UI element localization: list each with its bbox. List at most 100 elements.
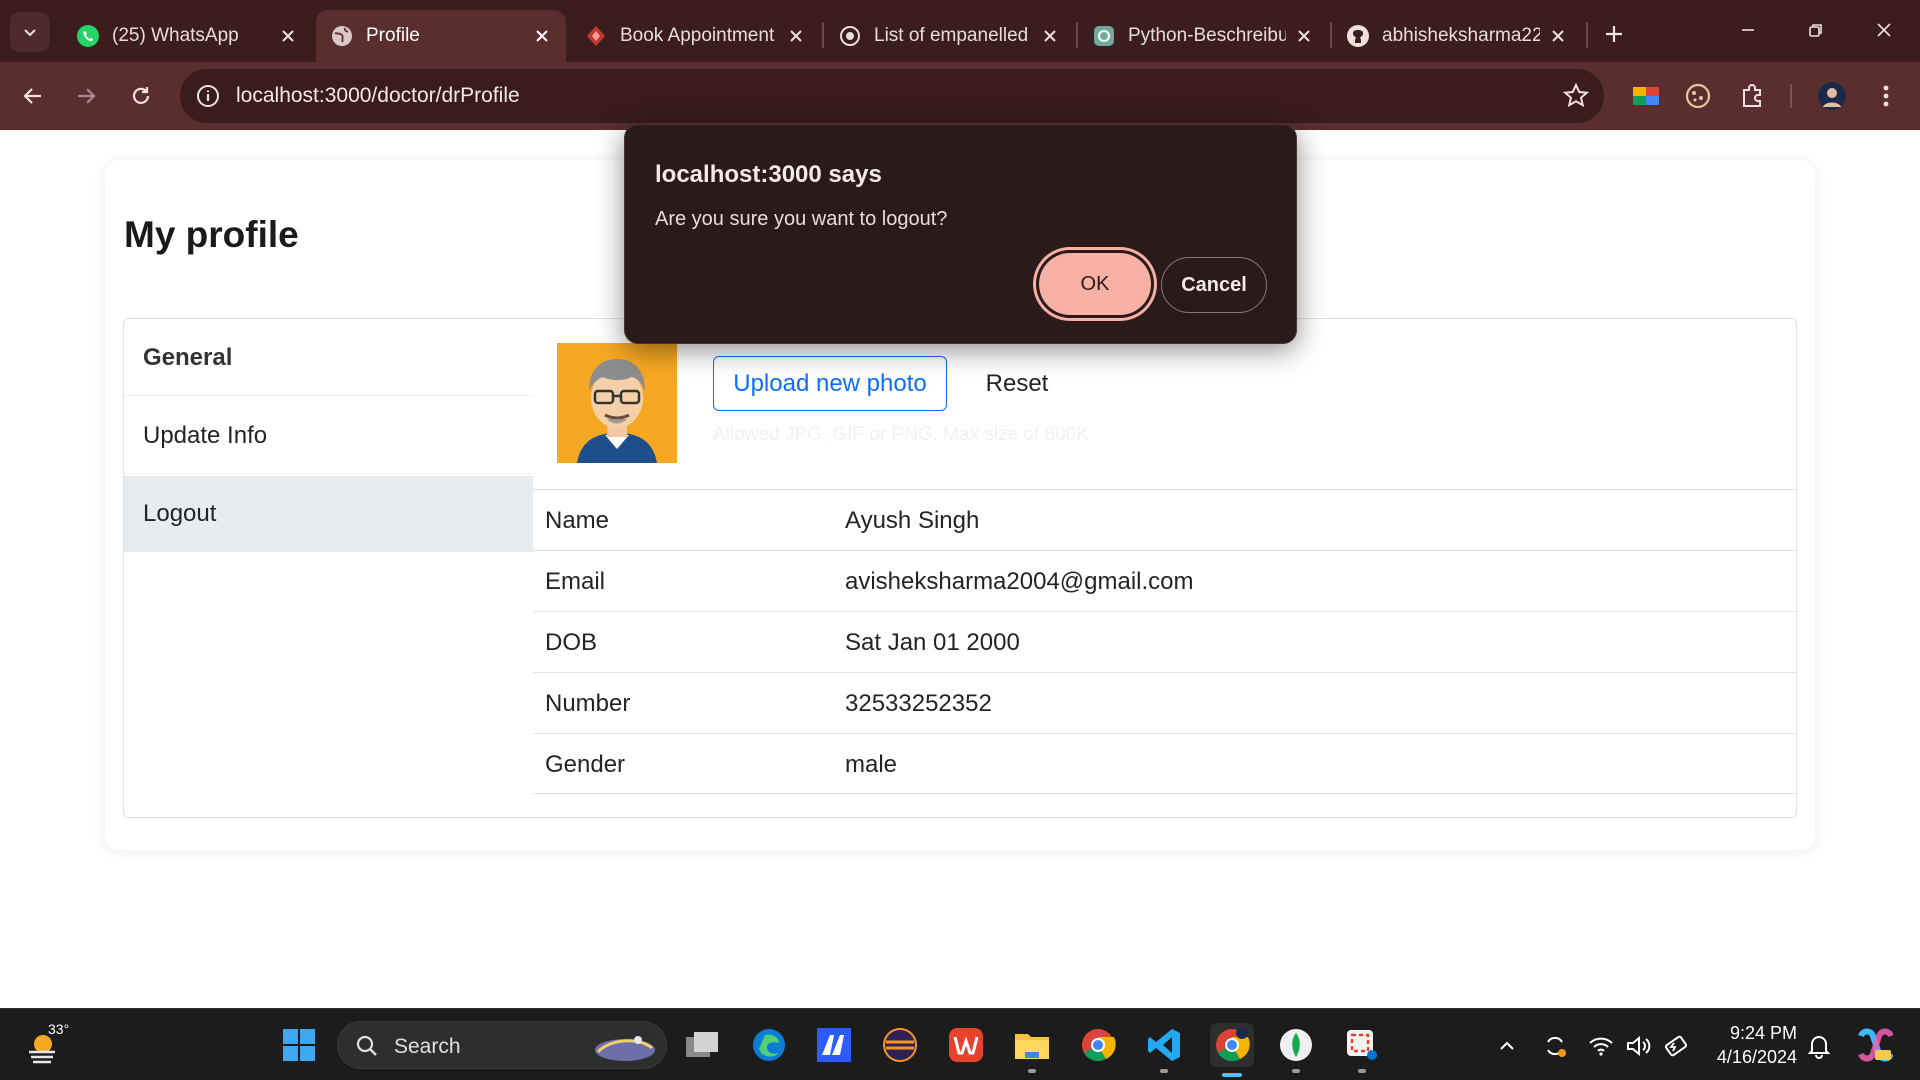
tab-whatsapp[interactable]: (25) WhatsApp (62, 10, 312, 62)
tab-title: Profile (366, 25, 420, 46)
vscode-icon[interactable] (1144, 1025, 1184, 1073)
start-button[interactable] (279, 1025, 319, 1065)
weather-temperature: 33° (48, 1021, 70, 1037)
copilot-icon[interactable] (1854, 1025, 1894, 1065)
search-icon (356, 1035, 377, 1056)
tab-separator (822, 22, 824, 48)
forward-button[interactable] (66, 76, 106, 116)
tab-strip: (25) WhatsApp Profile Book Appointment L… (0, 0, 1920, 62)
field-label: DOB (545, 629, 598, 656)
minimize-icon (1742, 29, 1754, 31)
snipping-tool-icon[interactable] (1342, 1025, 1382, 1073)
close-tab-icon[interactable] (532, 26, 552, 46)
tab-profile[interactable]: Profile (316, 10, 566, 62)
cookie-extension-icon[interactable] (1682, 80, 1714, 112)
file-explorer-icon[interactable] (1012, 1025, 1052, 1073)
field-value: 32533252352 (845, 690, 992, 717)
windows-taskbar: 33° Search 9:24 PM 4/16/2024 (0, 1008, 1920, 1080)
field-label: Name (545, 507, 610, 534)
site-info-icon[interactable] (194, 82, 222, 110)
tab-search-button[interactable] (10, 12, 50, 52)
field-label: Gender (545, 751, 626, 778)
mongodb-compass-icon[interactable] (1276, 1025, 1316, 1073)
volume-icon[interactable] (1624, 1031, 1654, 1061)
profile-row-dob: DOB Sat Jan 01 2000 (533, 611, 1796, 672)
close-window-button[interactable] (1856, 8, 1912, 52)
search-highlight-icon (595, 1036, 655, 1061)
close-tab-icon[interactable] (1548, 26, 1568, 46)
chrome-icon[interactable] (1078, 1025, 1118, 1065)
close-tab-icon[interactable] (1040, 26, 1060, 46)
wifi-icon[interactable] (1586, 1031, 1616, 1061)
active-indicator (1222, 1073, 1242, 1077)
sidebar-item-update-info[interactable]: Update Info (124, 398, 533, 474)
avatar (557, 343, 677, 463)
arrow-left-icon (23, 88, 41, 104)
close-tab-icon[interactable] (278, 26, 298, 46)
app-icon (584, 24, 608, 48)
sidebar-item-logout[interactable]: Logout (124, 476, 533, 552)
dialog-message: Are you sure you want to logout? (655, 208, 948, 230)
toolbar-separator (1790, 84, 1792, 108)
address-bar[interactable]: localhost:3000/doctor/drProfile (180, 69, 1604, 123)
running-indicator (1160, 1069, 1168, 1073)
profile-avatar[interactable] (1816, 80, 1848, 112)
tab-book-appointment[interactable]: Book Appointment (570, 10, 820, 62)
sidebar-item-label: Update Info (143, 421, 268, 449)
search-label: Search (394, 1035, 461, 1058)
clock-time: 9:24 PM (1729, 1023, 1797, 1043)
chrome-profile-icon[interactable] (1210, 1023, 1254, 1077)
task-view-icon[interactable] (682, 1025, 722, 1065)
clock-date: 4/16/2024 (1716, 1047, 1797, 1067)
confirm-dialog: localhost:3000 says Are you sure you wan… (624, 124, 1297, 344)
running-indicator (1028, 1069, 1036, 1073)
url-text: localhost:3000/doctor/drProfile (236, 84, 520, 107)
reload-button[interactable] (121, 76, 161, 116)
seal-icon (838, 24, 862, 48)
app-m-icon[interactable] (814, 1025, 854, 1065)
tab-empanelled-list[interactable]: List of empanelled (824, 10, 1074, 62)
tab-python[interactable]: Python-Beschreibu (1078, 10, 1328, 62)
taskbar-search[interactable]: Search (337, 1021, 667, 1069)
wps-office-icon[interactable] (946, 1025, 986, 1065)
close-tab-icon[interactable] (786, 26, 806, 46)
minimize-button[interactable] (1720, 8, 1776, 52)
edge-icon[interactable] (749, 1025, 789, 1065)
github-icon (1346, 24, 1370, 48)
tab-separator (1076, 22, 1078, 48)
bookmark-star-icon[interactable] (1562, 82, 1590, 110)
upload-hint-text: Allowed JPG, GIF or PNG. Max size of 800… (713, 424, 1089, 445)
extension-colorful-icon[interactable] (1630, 80, 1662, 112)
extensions-puzzle-icon[interactable] (1736, 80, 1768, 112)
dialog-title: localhost:3000 says (655, 161, 882, 188)
upload-photo-button[interactable]: Upload new photo (713, 356, 947, 411)
battery-charging-icon[interactable] (1662, 1031, 1692, 1061)
browser-toolbar: localhost:3000/doctor/drProfile (0, 62, 1920, 130)
tab-github[interactable]: abhisheksharma22 (1332, 10, 1582, 62)
reload-icon (132, 87, 150, 104)
show-hidden-icons-chevron-up-icon[interactable] (1492, 1031, 1522, 1061)
sidebar-item-general[interactable]: General (124, 320, 533, 396)
restore-button[interactable] (1788, 8, 1844, 52)
close-tab-icon[interactable] (1294, 26, 1314, 46)
notifications-bell-icon[interactable] (1804, 1031, 1834, 1061)
reset-photo-button[interactable]: Reset (972, 356, 1062, 411)
running-indicator (1292, 1069, 1300, 1073)
page-title: My profile (124, 214, 299, 255)
tab-title: Python-Beschreibu (1128, 25, 1286, 46)
eclipse-icon[interactable] (880, 1025, 920, 1065)
ok-button[interactable]: OK (1039, 253, 1151, 315)
close-icon (1877, 23, 1891, 37)
tab-separator (1330, 22, 1332, 48)
running-indicator (1358, 1069, 1366, 1073)
back-button[interactable] (13, 76, 53, 116)
tab-title: List of empanelled (874, 25, 1029, 46)
cancel-button[interactable]: Cancel (1161, 257, 1267, 313)
system-clock[interactable]: 9:24 PM 4/16/2024 (1705, 1021, 1797, 1069)
profile-row-email: Email avisheksharma2004@gmail.com (533, 550, 1796, 611)
sync-icon[interactable] (1540, 1031, 1570, 1061)
plus-icon (1606, 26, 1622, 42)
new-tab-button[interactable] (1596, 16, 1632, 52)
windows-logo-icon (283, 1029, 315, 1061)
browser-menu-button[interactable] (1870, 80, 1902, 112)
